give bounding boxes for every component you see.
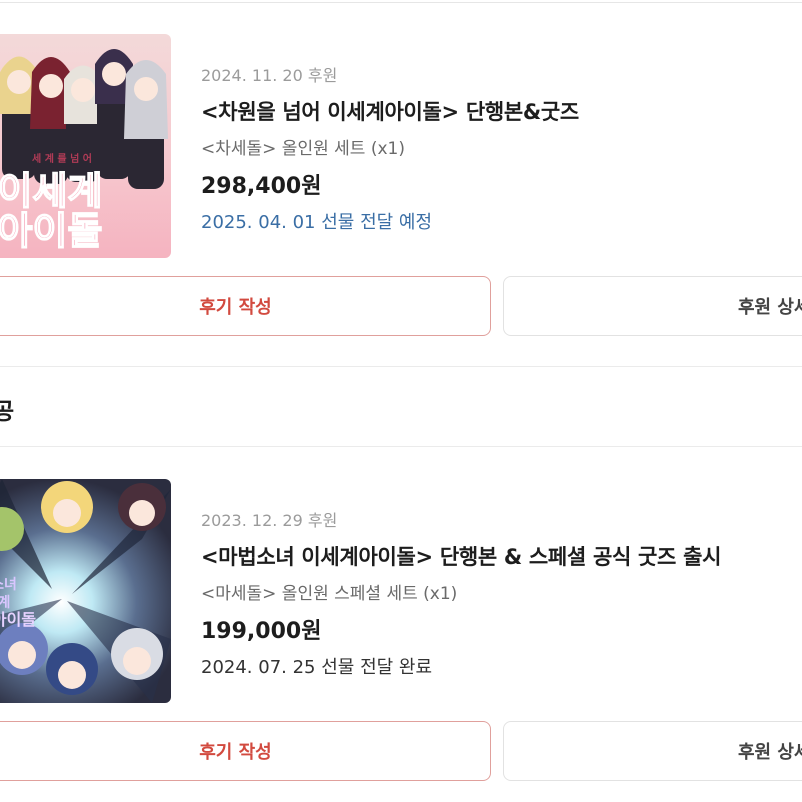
pledge-detail-button[interactable]: 후원 상세 (503, 276, 802, 336)
cover-text-main-1: 이세계 (0, 169, 102, 213)
delivery-status: 2024. 07. 25 선물 전달 완료 (201, 657, 433, 678)
cover-text-3: 아이돌 (0, 610, 36, 629)
pledge-date: 2023. 12. 29 후원 (201, 511, 338, 530)
section-title: 공 (0, 399, 15, 425)
pledge-history-page: 세 계 를 넘 어 이세계 아이돌 2024. 11. 20 후원 <차원을 넘… (0, 0, 802, 802)
cover-text-main-2: 아이돌 (0, 209, 102, 253)
pledge-detail-button[interactable]: 후원 상세 (503, 721, 802, 781)
pledge-date: 2024. 11. 20 후원 (201, 66, 338, 85)
section-divider (0, 366, 802, 367)
section-divider (0, 446, 802, 447)
cover-text-top: 세 계 를 넘 어 (32, 152, 92, 165)
delivery-status: 2025. 04. 01 선물 전달 예정 (201, 212, 433, 233)
pledge-amount: 298,400원 (201, 174, 322, 199)
top-divider (0, 2, 802, 3)
write-review-button[interactable]: 후기 작성 (0, 721, 491, 781)
write-review-button[interactable]: 후기 작성 (0, 276, 491, 336)
project-cover-image[interactable]: 세 계 를 넘 어 이세계 아이돌 (0, 34, 171, 258)
project-cover-image[interactable]: 소녀 계 아이돌 (0, 479, 171, 703)
reward-option: <차세돌> 올인원 세트 (x1) (201, 139, 405, 159)
pledge-amount: 199,000원 (201, 619, 322, 644)
cover-text-2: 계 (0, 595, 10, 611)
cover-text-1: 소녀 (0, 576, 17, 593)
reward-option: <마세돌> 올인원 스페셜 세트 (x1) (201, 584, 458, 604)
project-title[interactable]: <마법소녀 이세계아이돌> 단행본 & 스페셜 공식 굿즈 출시 (201, 541, 721, 571)
project-title[interactable]: <차원을 넘어 이세계아이돌> 단행본&굿즈 (201, 96, 579, 126)
